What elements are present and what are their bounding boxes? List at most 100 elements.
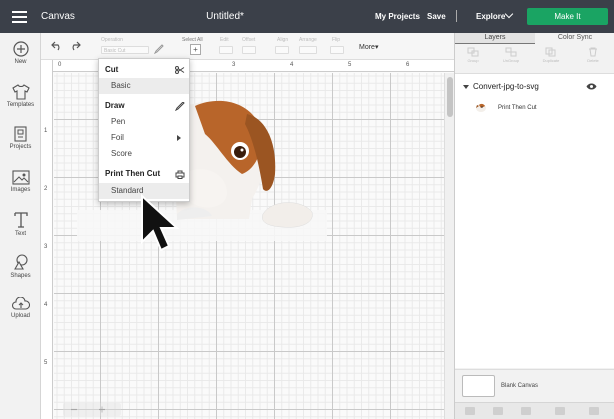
- pen-icon: [175, 102, 185, 111]
- group-button[interactable]: Group: [457, 47, 489, 63]
- blank-canvas-label: Blank Canvas: [501, 383, 539, 389]
- divider: [456, 10, 457, 22]
- my-projects-link[interactable]: My Projects: [375, 12, 420, 21]
- duplicate-button[interactable]: Duplicate: [535, 47, 567, 63]
- delete-button[interactable]: Delete: [577, 47, 609, 63]
- undo-icon[interactable]: [51, 41, 63, 51]
- flip-button[interactable]: [330, 46, 344, 54]
- ruler-tick: 4: [44, 302, 48, 308]
- scissors-icon: [175, 66, 185, 74]
- menu-cut[interactable]: Cut: [99, 62, 189, 78]
- align-button[interactable]: [275, 46, 289, 54]
- menu-label: Draw: [105, 101, 125, 110]
- edit-toolbar: Operation Basic Cut Select All + Edit Of…: [41, 33, 454, 60]
- menu-label: Cut: [105, 65, 119, 74]
- layer-list: Convert-jpg-to-svg Print Then Cut: [455, 74, 614, 368]
- menu-pen[interactable]: Pen: [99, 114, 189, 130]
- offset-label: Offset: [242, 37, 256, 43]
- tool-label: Group: [467, 58, 479, 63]
- ungroup-button[interactable]: UnGroup: [495, 47, 527, 63]
- menu-foil[interactable]: Foil: [99, 130, 189, 146]
- text-icon: [13, 212, 28, 228]
- sidebar-label: Projects: [9, 144, 32, 150]
- operation-select[interactable]: Basic Cut: [101, 46, 149, 54]
- caret-down-icon[interactable]: [463, 85, 469, 89]
- sidebar-label: Images: [10, 187, 31, 193]
- contour-icon[interactable]: [589, 407, 599, 415]
- ruler-tick: 3: [44, 244, 48, 250]
- sidebar-label: New: [14, 59, 27, 65]
- sidebar-item-projects[interactable]: Projects: [0, 126, 41, 150]
- tab-layers[interactable]: Layers: [455, 33, 535, 43]
- sidebar-label: Templates: [6, 102, 35, 108]
- vertical-scrollbar[interactable]: [444, 73, 454, 419]
- more-dropdown[interactable]: More▾: [359, 43, 378, 51]
- duplicate-icon: [545, 47, 556, 57]
- ruler-tick: 0: [58, 62, 62, 68]
- layer-thumbnail: [476, 103, 486, 112]
- chevron-down-icon[interactable]: [504, 9, 514, 19]
- sidebar-item-text[interactable]: Text: [0, 211, 41, 237]
- image-icon: [11, 170, 30, 185]
- projects-icon: [13, 126, 27, 142]
- layer-tools: Group UnGroup Duplicate Delete: [455, 44, 614, 74]
- align-label: Align: [277, 37, 289, 43]
- save-link[interactable]: Save: [427, 12, 446, 21]
- arrange-button[interactable]: [299, 46, 317, 54]
- make-it-button[interactable]: Make It: [527, 8, 608, 25]
- tool-label: Duplicate: [542, 58, 560, 63]
- pen-icon[interactable]: [154, 44, 164, 54]
- ruler-tick: 2: [44, 186, 48, 192]
- flip-label: Flip: [332, 37, 341, 43]
- shapes-icon: [13, 254, 28, 270]
- flatten-icon[interactable]: [555, 407, 565, 415]
- menu-basic[interactable]: Basic: [99, 78, 189, 94]
- bottom-tools: [455, 402, 614, 419]
- edit-button[interactable]: [219, 46, 233, 54]
- left-sidebar: New Templates Projects Images Text Shape…: [0, 33, 41, 419]
- menu-score[interactable]: Score: [99, 146, 189, 162]
- explore-dropdown[interactable]: Explore: [476, 12, 505, 21]
- zoom-control[interactable]: [63, 403, 121, 416]
- select-all-label: Select All: [182, 37, 203, 43]
- canvas-swatch[interactable]: [462, 375, 495, 397]
- menu-print-then-cut[interactable]: Print Then Cut: [99, 166, 189, 182]
- ungroup-icon: [505, 47, 517, 57]
- layer-row[interactable]: Print Then Cut: [455, 102, 614, 116]
- sidebar-item-images[interactable]: Images: [0, 170, 41, 193]
- weld-icon[interactable]: [493, 407, 503, 415]
- select-all-button[interactable]: +: [190, 44, 201, 55]
- slice-icon[interactable]: [465, 407, 475, 415]
- plus-circle-icon: [12, 41, 29, 57]
- eye-icon[interactable]: [586, 83, 597, 90]
- menu-label: Foil: [111, 133, 124, 142]
- linetype-menu: Cut Basic Draw Pen Foil Score Print Then…: [98, 58, 190, 202]
- ruler-tick: 5: [348, 62, 352, 68]
- sidebar-item-templates[interactable]: Templates: [0, 84, 41, 108]
- sidebar-item-upload[interactable]: Upload: [0, 297, 41, 319]
- operation-label: Operation: [101, 37, 123, 43]
- menu-draw[interactable]: Draw: [99, 98, 189, 114]
- tab-color-sync[interactable]: Color Sync: [535, 33, 614, 43]
- blank-canvas-row[interactable]: Blank Canvas: [455, 369, 614, 402]
- scrollbar-thumb[interactable]: [447, 77, 453, 117]
- sidebar-item-shapes[interactable]: Shapes: [0, 254, 41, 279]
- top-bar: Canvas Untitled* My Projects Save Explor…: [0, 0, 614, 33]
- redo-icon[interactable]: [69, 41, 81, 51]
- edit-label: Edit: [220, 37, 229, 43]
- layer-group-row[interactable]: Convert-jpg-to-svg: [455, 81, 614, 95]
- attach-icon[interactable]: [521, 407, 531, 415]
- shirt-icon: [11, 84, 30, 100]
- layers-panel: Layers Color Sync Group UnGroup Duplicat…: [454, 33, 614, 419]
- sidebar-label: Shapes: [10, 273, 31, 279]
- sidebar-item-new[interactable]: New: [0, 41, 41, 65]
- tool-label: Delete: [587, 58, 599, 63]
- ruler-left: 1 2 3 4 5: [41, 60, 53, 419]
- ruler-tick: 6: [406, 62, 410, 68]
- offset-button[interactable]: [242, 46, 256, 54]
- ruler-tick: 4: [290, 62, 294, 68]
- layer-name: Print Then Cut: [498, 105, 537, 111]
- menu-label: Print Then Cut: [105, 169, 161, 178]
- group-name: Convert-jpg-to-svg: [473, 82, 539, 91]
- cloud-upload-icon: [11, 297, 30, 310]
